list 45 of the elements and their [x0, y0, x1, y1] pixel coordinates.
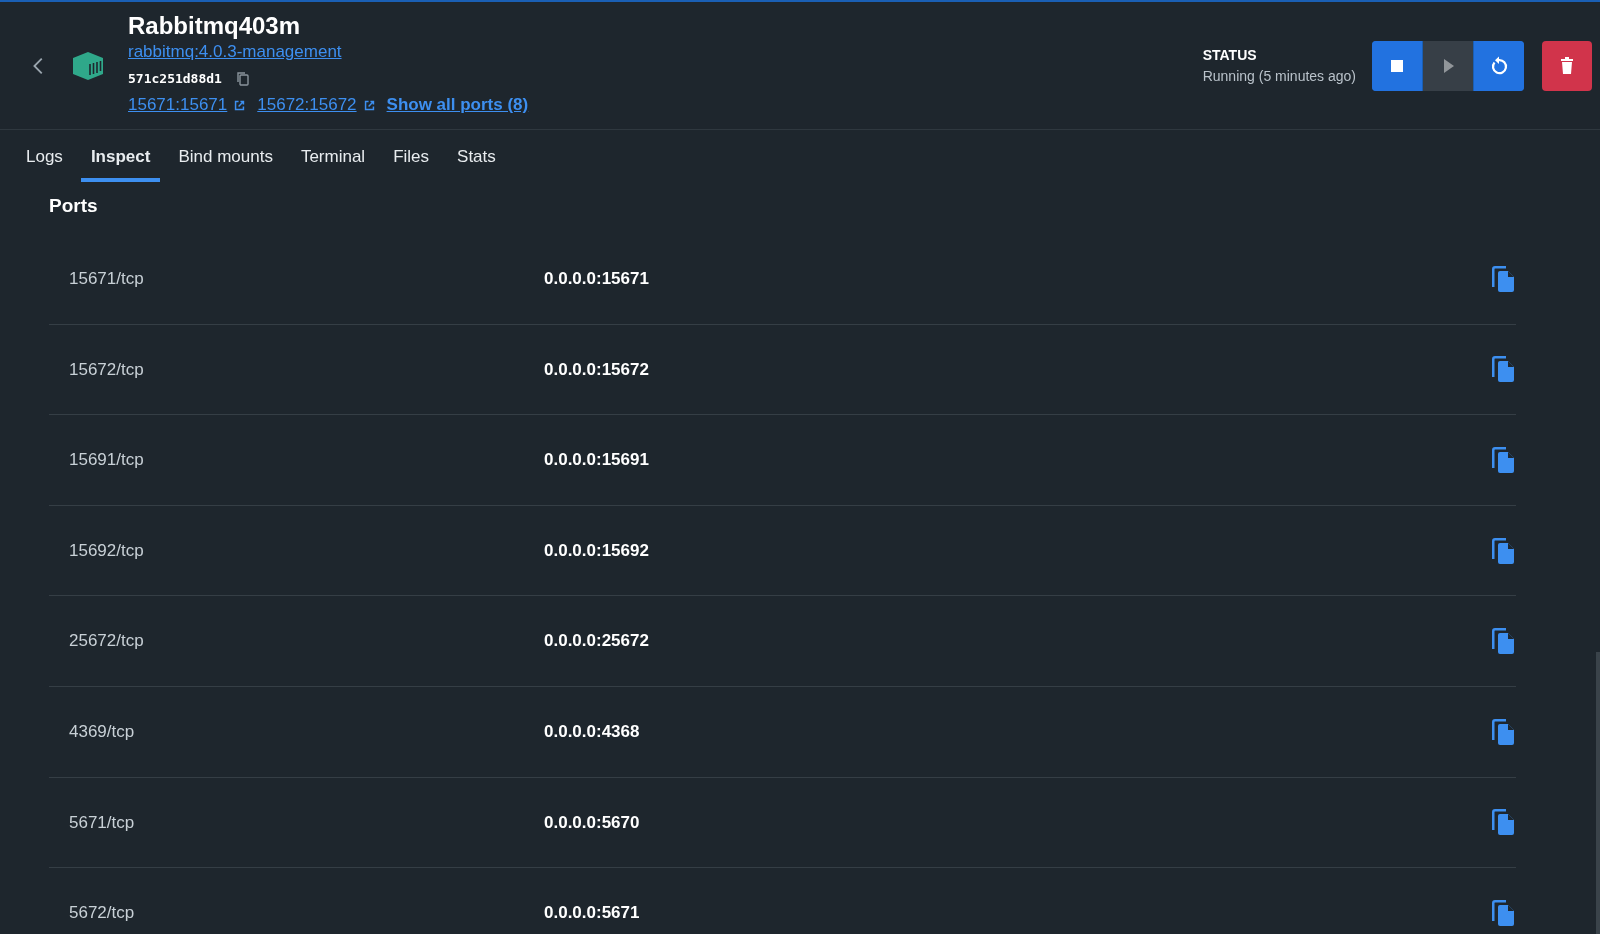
host-binding: 0.0.0.0:15691: [544, 449, 649, 472]
copy-icon[interactable]: [235, 71, 250, 87]
port-link[interactable]: 15671:15671: [128, 92, 228, 118]
copy-icon[interactable]: [1490, 717, 1516, 746]
show-all-ports-link[interactable]: Show all ports (8): [386, 92, 529, 118]
copy-icon[interactable]: [1490, 446, 1516, 474]
container-port: 15692/tcp: [69, 539, 145, 562]
port-link[interactable]: 15672:15672: [257, 92, 357, 118]
container-icon: [72, 51, 104, 80]
host-binding: 0.0.0.0:15671: [544, 268, 649, 291]
container-port: 15691/tcp: [69, 449, 145, 472]
status-label: STATUS: [1202, 45, 1258, 65]
tab[interactable]: Logs: [16, 134, 73, 182]
copy-icon[interactable]: [1490, 264, 1516, 293]
copy-icon[interactable]: [1490, 627, 1516, 656]
container-name: Rabbitmq403m: [128, 13, 302, 40]
restart-button[interactable]: [1474, 40, 1524, 91]
tab[interactable]: Files: [383, 134, 440, 182]
copy-icon[interactable]: [1490, 355, 1516, 384]
container-port: 4369/tcp: [69, 721, 136, 743]
copy-icon[interactable]: [1490, 808, 1516, 837]
container-port: 15672/tcp: [69, 358, 145, 381]
image-link[interactable]: rabbitmq:4.0.3-management: [128, 39, 529, 65]
container-port: 5671/tcp: [69, 811, 136, 834]
copy-icon[interactable]: [1490, 898, 1516, 927]
tab[interactable]: Bind mounts: [168, 134, 283, 182]
tab[interactable]: Inspect: [80, 134, 161, 182]
tab[interactable]: Stats: [447, 134, 506, 182]
status-value: Running (5 minutes ago): [1202, 66, 1356, 86]
restart-icon: [1489, 55, 1509, 76]
container-port: 15671/tcp: [69, 268, 145, 291]
container-port: 5672/tcp: [69, 902, 136, 925]
tab[interactable]: Terminal: [290, 134, 376, 182]
host-binding: 0.0.0.0:5671: [544, 902, 640, 925]
delete-button[interactable]: [1542, 40, 1592, 91]
host-binding: 0.0.0.0:15672: [544, 358, 649, 381]
host-binding: 0.0.0.0:4368: [544, 721, 640, 743]
stop-button[interactable]: [1372, 40, 1422, 91]
section-title: Ports: [49, 193, 99, 218]
host-binding: 0.0.0.0:5670: [544, 811, 640, 834]
host-binding: 0.0.0.0:25672: [544, 630, 649, 653]
container-port: 25672/tcp: [69, 630, 145, 653]
host-binding: 0.0.0.0:15692: [544, 539, 649, 562]
copy-icon[interactable]: [1490, 536, 1516, 565]
container-id: 571c251d88d1: [128, 69, 222, 88]
